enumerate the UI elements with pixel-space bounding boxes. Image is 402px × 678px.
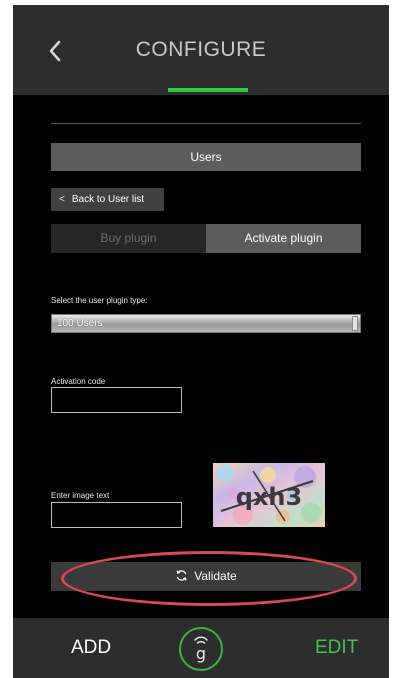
plugin-type-label: Select the user plugin type: [51, 296, 148, 305]
g-logo-icon[interactable]: g [179, 627, 223, 671]
bottom-bar: ADD g EDIT [13, 618, 389, 678]
activation-code-input[interactable] [51, 387, 182, 413]
captcha-image: qxh3 [213, 463, 325, 527]
select-handle [352, 316, 358, 331]
edit-button[interactable]: EDIT [315, 637, 358, 659]
activation-code-label: Activation code [51, 377, 106, 386]
refresh-icon [176, 570, 187, 581]
validate-label: Validate [194, 569, 237, 583]
add-button[interactable]: ADD [71, 637, 111, 659]
captcha-text: qxh3 [236, 483, 302, 511]
chevron-left-icon: < [59, 194, 65, 205]
plugin-type-value: 100 Users [57, 318, 103, 329]
header-bar: CONFIGURE [13, 5, 389, 95]
section-title: Users [51, 143, 361, 171]
divider [51, 123, 361, 124]
app-screen: CONFIGURE Users < Back to User list Buy p… [13, 5, 389, 678]
page-title: CONFIGURE [135, 38, 267, 61]
tab-buy-plugin[interactable]: Buy plugin [51, 224, 206, 253]
image-text-input[interactable] [51, 502, 182, 528]
svg-text:g: g [196, 644, 206, 663]
validate-button[interactable]: Validate [51, 562, 361, 591]
plugin-tabs: Buy plugin Activate plugin [51, 224, 361, 253]
g-logo-glyph: g [194, 636, 208, 663]
plugin-type-select[interactable]: 100 Users [51, 314, 361, 333]
back-to-user-list-button[interactable]: < Back to User list [51, 188, 164, 211]
image-text-label: Enter image text [51, 491, 110, 500]
back-to-user-list-label: Back to User list [71, 194, 145, 205]
tab-activate-plugin[interactable]: Activate plugin [206, 224, 361, 253]
title-underline [168, 88, 248, 92]
